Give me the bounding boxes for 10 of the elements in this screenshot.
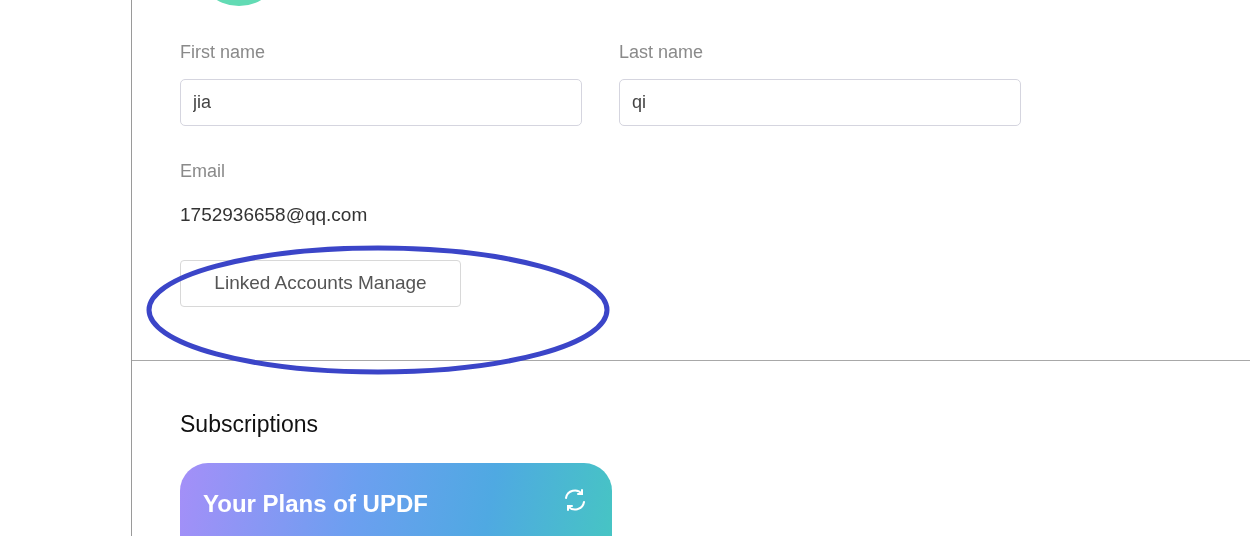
refresh-icon[interactable] — [562, 486, 588, 513]
email-label: Email — [180, 160, 225, 183]
input-field[interactable]: qi — [619, 79, 1021, 126]
linked-accounts-button[interactable]: Linked Accounts Manage — [180, 259, 461, 307]
section-heading: Subscriptions — [180, 411, 320, 439]
card-title: Your Plans of UPDF — [203, 488, 428, 519]
field-label: First name — [180, 41, 267, 64]
input-field[interactable]: jia — [180, 79, 582, 126]
email-address: 1752936658@qq.com — [180, 203, 368, 227]
field-label: Last name — [619, 41, 705, 64]
